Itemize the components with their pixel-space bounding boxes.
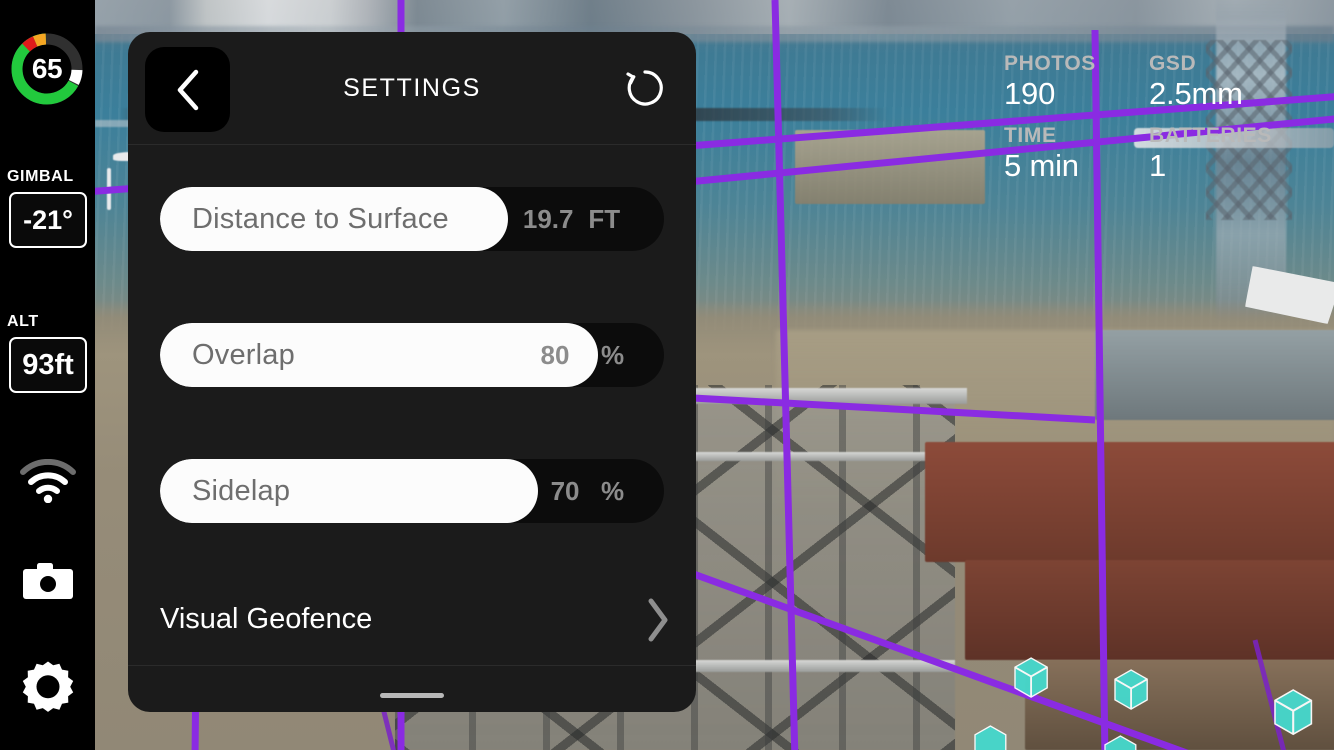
reset-button[interactable] [622, 65, 668, 111]
altitude-value: 93ft [9, 337, 87, 393]
altitude-label: ALT [7, 313, 39, 330]
slider-track[interactable] [160, 459, 664, 523]
left-telemetry-sidebar: 65 GIMBAL -21° ALT 93ft [0, 0, 95, 750]
page-title: SETTINGS [343, 74, 481, 102]
drone-control-app: 65 GIMBAL -21° ALT 93ft PHOTOS 190 GSD 2… [0, 0, 1334, 750]
chevron-right-icon [646, 596, 670, 644]
reset-counterclockwise-icon [626, 70, 663, 106]
gimbal-value: -21° [9, 192, 87, 248]
wifi-icon[interactable] [0, 448, 95, 514]
battery-percent-text: 65 [31, 53, 63, 84]
visual-geofence-row[interactable]: Visual Geofence [128, 574, 696, 666]
gimbal-label: GIMBAL [7, 168, 74, 185]
slider-overlap[interactable]: Overlap 80 % [160, 323, 664, 387]
slider-track[interactable] [160, 323, 664, 387]
home-indicator [380, 693, 444, 698]
slider-track[interactable] [160, 187, 664, 251]
visual-geofence-label: Visual Geofence [160, 603, 373, 635]
slider-distance-to-surface[interactable]: Distance to Surface 19.7 FT [160, 187, 664, 251]
camera-icon[interactable] [0, 552, 95, 612]
settings-panel: SETTINGS Distance to Surface 19.7 FT Ove… [128, 32, 696, 712]
slider-fill [160, 187, 508, 251]
slider-fill [160, 323, 599, 387]
gear-icon[interactable] [0, 655, 95, 717]
battery-gauge: 65 [7, 27, 87, 111]
slider-sidelap[interactable]: Sidelap 70 % [160, 459, 664, 523]
panel-body: Distance to Surface 19.7 FT Overlap 80 %… [128, 145, 696, 712]
slider-fill [160, 459, 538, 523]
panel-header: SETTINGS [128, 32, 696, 145]
